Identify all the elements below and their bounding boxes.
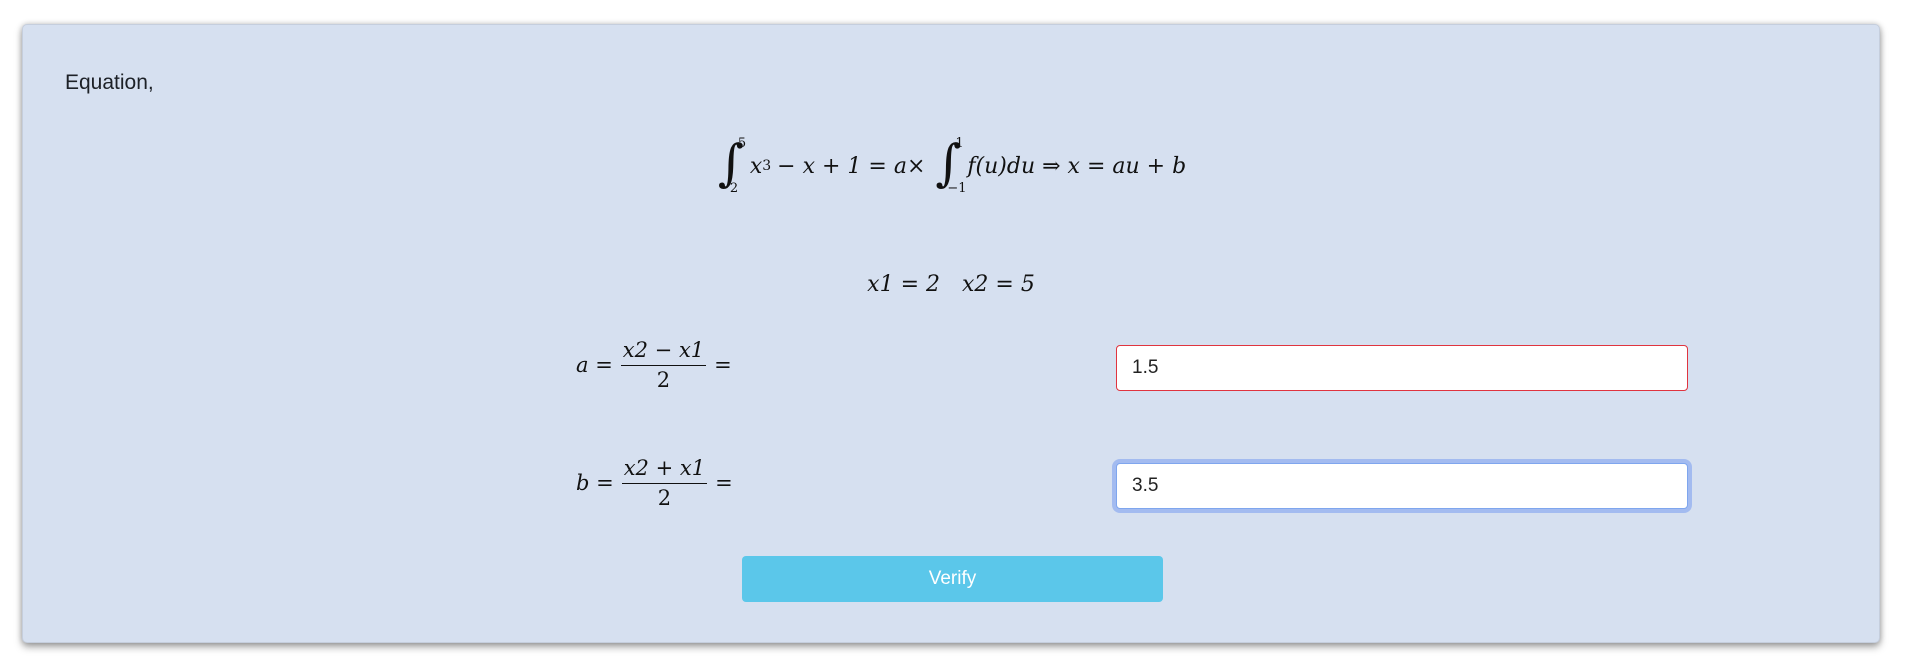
formula-b-equals: = [715, 471, 733, 495]
integral-2-lower: −1 [947, 181, 967, 196]
fraction-a-numerator: x2 − x1 [620, 338, 707, 366]
integral-2-body: f(u)du ⇒ x = au + b [967, 153, 1187, 179]
formula-a: a = x2 − x1 2 = [576, 335, 732, 395]
verify-button[interactable]: Verify [742, 556, 1163, 602]
formula-a-lhs: a = [576, 353, 613, 377]
b-input[interactable] [1116, 463, 1688, 509]
fraction-b-numerator: x2 + x1 [621, 456, 708, 484]
integral-2: ∫ 1 −1 [935, 134, 967, 196]
bound-x2: x2 = 5 [962, 271, 1035, 297]
fraction-a-denominator: 2 [656, 368, 671, 392]
fraction-b-denominator: 2 [657, 486, 672, 510]
integral-1: ∫ 5 2 [717, 134, 747, 196]
integral-1-upper: 5 [737, 136, 747, 151]
bound-x1: x1 = 2 [867, 271, 940, 297]
integrand-base: x [749, 153, 763, 179]
fraction-a: x2 − x1 2 [620, 338, 707, 392]
heading: Equation, [65, 71, 154, 94]
equation-card: Equation, ∫ 5 2 x 3 − x + 1 = a× ∫ 1 −1 … [22, 24, 1880, 643]
bounds: x1 = 2 x2 = 5 [23, 267, 1879, 301]
integrand-rest: − x + 1 = a× [777, 153, 926, 179]
integrand-exponent: 3 [762, 158, 772, 174]
main-equation: ∫ 5 2 x 3 − x + 1 = a× ∫ 1 −1 f(u)du ⇒ x… [23, 121, 1879, 211]
integral-2-upper: 1 [955, 136, 964, 151]
formula-b: b = x2 + x1 2 = [576, 453, 733, 513]
row-b: b = x2 + x1 2 = [23, 453, 1879, 513]
formula-a-equals: = [714, 353, 732, 377]
row-a: a = x2 − x1 2 = [23, 335, 1879, 395]
fraction-b: x2 + x1 2 [621, 456, 708, 510]
formula-b-lhs: b = [576, 471, 614, 495]
integral-1-lower: 2 [729, 181, 739, 196]
a-input[interactable] [1116, 345, 1688, 391]
